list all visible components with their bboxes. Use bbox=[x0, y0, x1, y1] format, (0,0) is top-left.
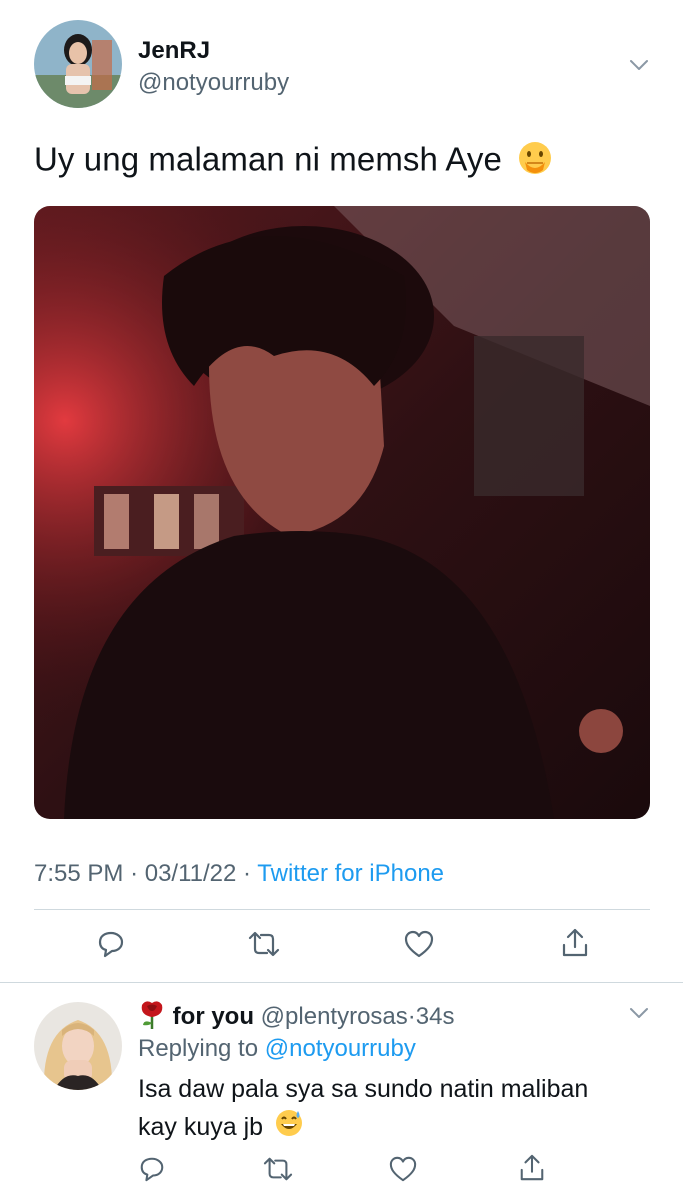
reply-share-icon[interactable] bbox=[518, 1153, 546, 1183]
reply-text-line-2: kay kuya jb bbox=[138, 1108, 588, 1149]
tweet-time: 7:55 PM bbox=[34, 860, 124, 887]
divider bbox=[34, 909, 650, 910]
reply-separator: · bbox=[407, 1002, 416, 1030]
tweet-text: Uy ung malaman ni memsh Aye bbox=[34, 140, 553, 184]
tweet-text-content: Uy ung malaman ni memsh Aye bbox=[34, 140, 502, 178]
replying-label: Replying to bbox=[138, 1035, 259, 1062]
reply-text-line-1: Isa daw pala sya sa sundo natin maliban bbox=[138, 1075, 589, 1103]
reply-author-handle[interactable]: @plentyrosas bbox=[261, 1003, 408, 1030]
reply-icon[interactable] bbox=[96, 929, 126, 959]
author-avatar[interactable] bbox=[34, 20, 122, 108]
author-name[interactable]: JenRJ bbox=[138, 37, 210, 65]
section-divider bbox=[0, 982, 683, 983]
chevron-down-icon[interactable] bbox=[628, 54, 650, 76]
reply-chevron-down-icon[interactable] bbox=[628, 1002, 650, 1024]
tweet-meta: 7:55 PM · 03/11/22 · Twitter for iPhone bbox=[34, 860, 444, 888]
author-handle[interactable]: @notyourruby bbox=[138, 69, 289, 97]
reply-retweet-icon[interactable] bbox=[262, 1155, 294, 1183]
reply-text: Isa daw pala sya sa sundo natin maliban … bbox=[138, 1070, 588, 1149]
tweet-photo[interactable] bbox=[34, 206, 650, 819]
reply-author-name[interactable]: for you bbox=[173, 1003, 254, 1030]
meta-separator: · bbox=[130, 860, 139, 887]
replying-handle-link[interactable]: @notyourruby bbox=[265, 1035, 416, 1062]
grinning-face-with-sweat-icon bbox=[274, 1108, 304, 1149]
reply-reply-icon[interactable] bbox=[138, 1155, 166, 1183]
like-icon[interactable] bbox=[403, 929, 435, 959]
tweet-date[interactable]: 03/11/22 bbox=[145, 860, 237, 887]
face-with-hand-over-mouth-icon bbox=[517, 140, 553, 184]
reply-header: for you @plentyrosas·34s bbox=[138, 999, 454, 1036]
tweet-source-link[interactable]: Twitter for iPhone bbox=[257, 860, 444, 887]
rose-icon bbox=[138, 999, 166, 1036]
reply-like-icon[interactable] bbox=[388, 1155, 418, 1183]
meta-separator-2: · bbox=[243, 860, 252, 887]
reply-author-avatar[interactable] bbox=[34, 1002, 122, 1090]
reply-age[interactable]: 34s bbox=[416, 1003, 455, 1030]
replying-to: Replying to @notyourruby bbox=[138, 1035, 416, 1063]
retweet-icon[interactable] bbox=[247, 929, 281, 959]
reply-text-line-2-content: kay kuya jb bbox=[138, 1113, 264, 1142]
share-icon[interactable] bbox=[560, 927, 590, 959]
